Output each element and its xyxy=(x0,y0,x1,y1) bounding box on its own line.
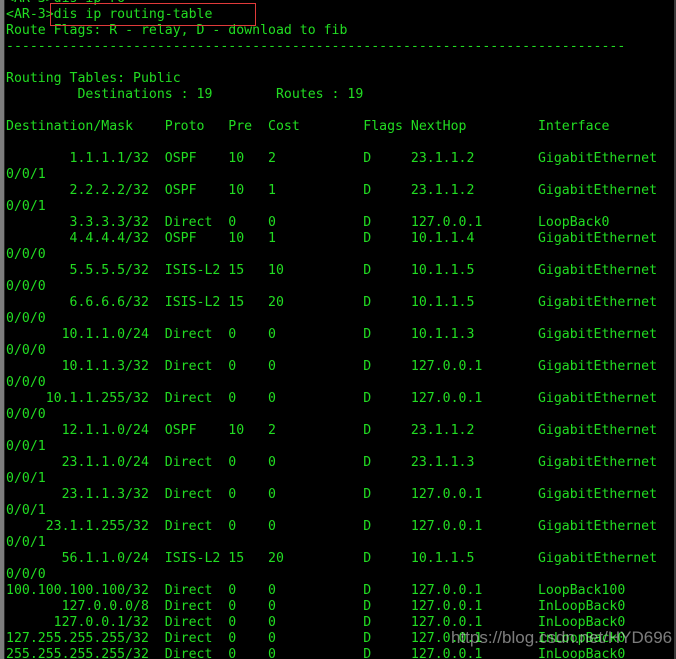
route-row: 127.0.0.0/8 Direct 0 0 D 127.0.0.1 InLoo… xyxy=(6,599,626,614)
route-flags-line: Route Flags: R - relay, D - download to … xyxy=(6,23,348,38)
route-row: 5.5.5.5/32 ISIS-L2 15 10 D 10.1.1.5 Giga… xyxy=(6,263,658,278)
divider-line: ----------------------------------------… xyxy=(6,39,626,54)
table-header-line: Destination/Mask Proto Pre Cost Flags Ne… xyxy=(6,119,610,134)
route-row-continuation: 0/0/0 xyxy=(6,247,46,262)
route-row: 10.1.1.3/32 Direct 0 0 D 127.0.0.1 Gigab… xyxy=(6,359,658,374)
route-row-continuation: 0/0/1 xyxy=(6,535,46,550)
route-row-continuation: 0/0/1 xyxy=(6,471,46,486)
route-row: 3.3.3.3/32 Direct 0 0 D 127.0.0.1 LoopBa… xyxy=(6,215,610,230)
route-row: 10.1.1.255/32 Direct 0 0 D 127.0.0.1 Gig… xyxy=(6,391,658,406)
route-row-continuation: 0/0/0 xyxy=(6,567,46,582)
route-row: 100.100.100.100/32 Direct 0 0 D 127.0.0.… xyxy=(6,583,626,598)
route-row-continuation: 0/0/0 xyxy=(6,279,46,294)
route-row: 255.255.255.255/32 Direct 0 0 D 127.0.0.… xyxy=(6,647,626,659)
route-row-continuation: 0/0/1 xyxy=(6,167,46,182)
route-row: 12.1.1.0/24 OSPF 10 2 D 23.1.1.2 Gigabit… xyxy=(6,423,658,438)
summary-line: Destinations : 19 Routes : 19 xyxy=(6,87,364,102)
route-row: 23.1.1.255/32 Direct 0 0 D 127.0.0.1 Gig… xyxy=(6,519,658,534)
clipped-previous-line: <AR-3>dis ip ro xyxy=(6,0,670,7)
route-row: 23.1.1.3/32 Direct 0 0 D 127.0.0.1 Gigab… xyxy=(6,487,658,502)
route-row-continuation: 0/0/0 xyxy=(6,311,46,326)
terminal-window: <AR-3>dis ip ro<AR-3>dis ip routing-tabl… xyxy=(0,0,676,659)
route-row-continuation: 0/0/1 xyxy=(6,439,46,454)
route-row: 4.4.4.4/32 OSPF 10 1 D 10.1.1.4 GigabitE… xyxy=(6,231,658,246)
route-row: 56.1.1.0/24 ISIS-L2 15 20 D 10.1.1.5 Gig… xyxy=(6,551,658,566)
route-row: 10.1.1.0/24 Direct 0 0 D 10.1.1.3 Gigabi… xyxy=(6,327,658,342)
command-line: <AR-3>dis ip routing-table xyxy=(6,7,213,22)
route-row-continuation: 0/0/1 xyxy=(6,199,46,214)
watermark-text: https://blog.csdn.net/HYD696 xyxy=(451,628,673,647)
routing-tables-line: Routing Tables: Public xyxy=(6,71,181,86)
terminal-output[interactable]: <AR-3>dis ip ro<AR-3>dis ip routing-tabl… xyxy=(6,0,670,659)
route-row: 2.2.2.2/32 OSPF 10 1 D 23.1.1.2 GigabitE… xyxy=(6,183,658,198)
route-row: 23.1.1.0/24 Direct 0 0 D 23.1.1.3 Gigabi… xyxy=(6,455,658,470)
route-row: 6.6.6.6/32 ISIS-L2 15 20 D 10.1.1.5 Giga… xyxy=(6,295,658,310)
route-row-continuation: 0/0/0 xyxy=(6,343,46,358)
route-row-continuation: 0/0/0 xyxy=(6,407,46,422)
route-row: 1.1.1.1/32 OSPF 10 2 D 23.1.1.2 GigabitE… xyxy=(6,151,658,166)
window-left-border xyxy=(0,0,5,659)
route-row-continuation: 0/0/0 xyxy=(6,375,46,390)
route-row-continuation: 0/0/1 xyxy=(6,503,46,518)
